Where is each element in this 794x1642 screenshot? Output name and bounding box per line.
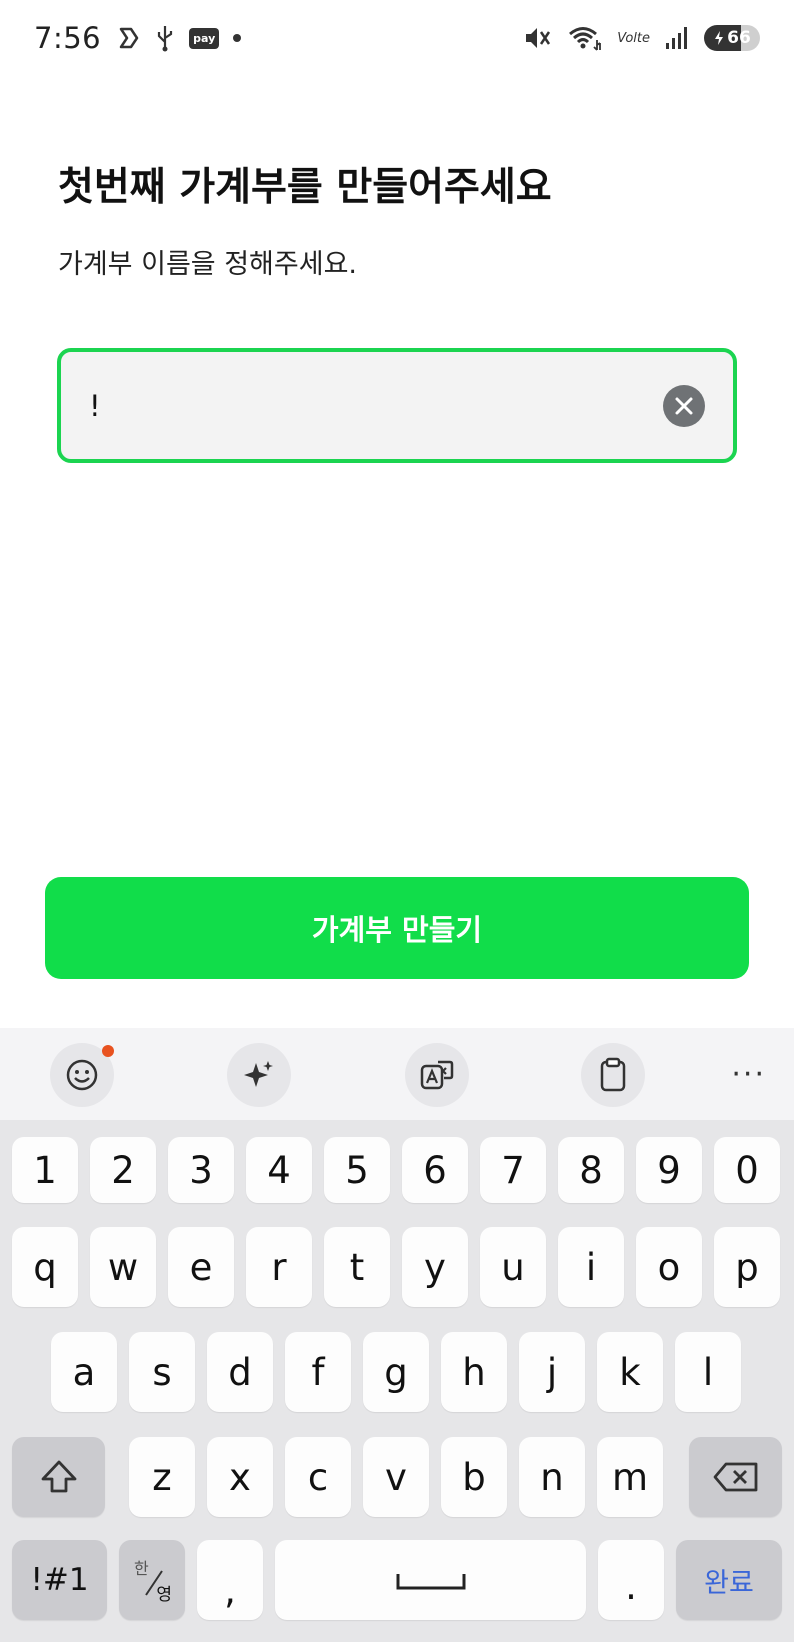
yeong-label: 영 <box>156 1585 172 1605</box>
key-p[interactable]: p <box>714 1227 780 1307</box>
keyboard-toolbar: ··· <box>0 1028 794 1120</box>
key-e[interactable]: e <box>168 1227 234 1307</box>
key-5[interactable]: 5 <box>324 1137 390 1203</box>
screen: 7:56 pay Volte 66 첫번째 가계부를 만들어주세요 가계부 이름… <box>0 0 794 1642</box>
key-l[interactable]: l <box>675 1332 741 1412</box>
ledger-name-field[interactable] <box>57 348 737 463</box>
key-k[interactable]: k <box>597 1332 663 1412</box>
key-i[interactable]: i <box>558 1227 624 1307</box>
clipboard-icon[interactable] <box>581 1043 645 1107</box>
usb-icon <box>155 24 175 52</box>
emoji-icon[interactable] <box>50 1043 114 1107</box>
wifi-icon <box>567 24 603 52</box>
key-t[interactable]: t <box>324 1227 390 1307</box>
signal-icon <box>664 25 690 51</box>
status-time: 7:56 <box>34 21 102 55</box>
key-j[interactable]: j <box>519 1332 585 1412</box>
key-m[interactable]: m <box>597 1437 663 1517</box>
battery-level: 66 <box>727 28 751 48</box>
shift-key[interactable] <box>12 1437 105 1517</box>
key-3[interactable]: 3 <box>168 1137 234 1203</box>
key-8[interactable]: 8 <box>558 1137 624 1203</box>
key-f[interactable]: f <box>285 1332 351 1412</box>
page-title: 첫번째 가계부를 만들어주세요 <box>58 165 552 210</box>
translate-icon[interactable] <box>405 1043 469 1107</box>
samsung-s-icon <box>115 25 141 51</box>
key-z[interactable]: z <box>129 1437 195 1517</box>
key-v[interactable]: v <box>363 1437 429 1517</box>
comma-key[interactable]: , <box>197 1540 263 1620</box>
done-key[interactable]: 완료 <box>676 1540 782 1620</box>
mute-icon <box>523 24 553 52</box>
space-key[interactable] <box>275 1540 586 1620</box>
key-h[interactable]: h <box>441 1332 507 1412</box>
more-icon[interactable]: ··· <box>731 1060 766 1090</box>
key-q[interactable]: q <box>12 1227 78 1307</box>
keyboard: ··· 1234567890 qwertyuiop asdfghjkl zxcv… <box>0 1028 794 1642</box>
key-a[interactable]: a <box>51 1332 117 1412</box>
create-ledger-button[interactable]: 가계부 만들기 <box>45 877 749 979</box>
status-bar: 7:56 pay Volte 66 <box>0 0 794 76</box>
battery-icon: 66 <box>704 25 760 51</box>
pay-icon: pay <box>189 27 220 49</box>
key-o[interactable]: o <box>636 1227 702 1307</box>
key-n[interactable]: n <box>519 1437 585 1517</box>
han-yeong-key[interactable]: 한 영 <box>119 1540 185 1620</box>
badge-dot <box>102 1045 114 1057</box>
key-y[interactable]: y <box>402 1227 468 1307</box>
key-r[interactable]: r <box>246 1227 312 1307</box>
han-yeong-label: 한 영 <box>132 1555 172 1605</box>
status-left: 7:56 pay <box>34 21 242 55</box>
key-b[interactable]: b <box>441 1437 507 1517</box>
sparkle-icon[interactable] <box>227 1043 291 1107</box>
key-s[interactable]: s <box>129 1332 195 1412</box>
key-6[interactable]: 6 <box>402 1137 468 1203</box>
key-7[interactable]: 7 <box>480 1137 546 1203</box>
key-2[interactable]: 2 <box>90 1137 156 1203</box>
symbols-key[interactable]: !#1 <box>12 1540 107 1620</box>
key-9[interactable]: 9 <box>636 1137 702 1203</box>
clear-icon[interactable] <box>663 384 705 427</box>
key-0[interactable]: 0 <box>714 1137 780 1203</box>
page-subtitle: 가계부 이름을 정해주세요. <box>58 249 357 280</box>
lte-icon: Volte <box>617 30 650 46</box>
key-w[interactable]: w <box>90 1227 156 1307</box>
key-g[interactable]: g <box>363 1332 429 1412</box>
ledger-name-input[interactable] <box>89 388 663 423</box>
status-right: Volte 66 <box>523 24 760 52</box>
key-1[interactable]: 1 <box>12 1137 78 1203</box>
key-x[interactable]: x <box>207 1437 273 1517</box>
period-key[interactable]: . <box>598 1540 664 1620</box>
backspace-key[interactable] <box>689 1437 782 1517</box>
key-4[interactable]: 4 <box>246 1137 312 1203</box>
key-u[interactable]: u <box>480 1227 546 1307</box>
key-d[interactable]: d <box>207 1332 273 1412</box>
key-c[interactable]: c <box>285 1437 351 1517</box>
notification-dot-icon <box>233 34 242 42</box>
